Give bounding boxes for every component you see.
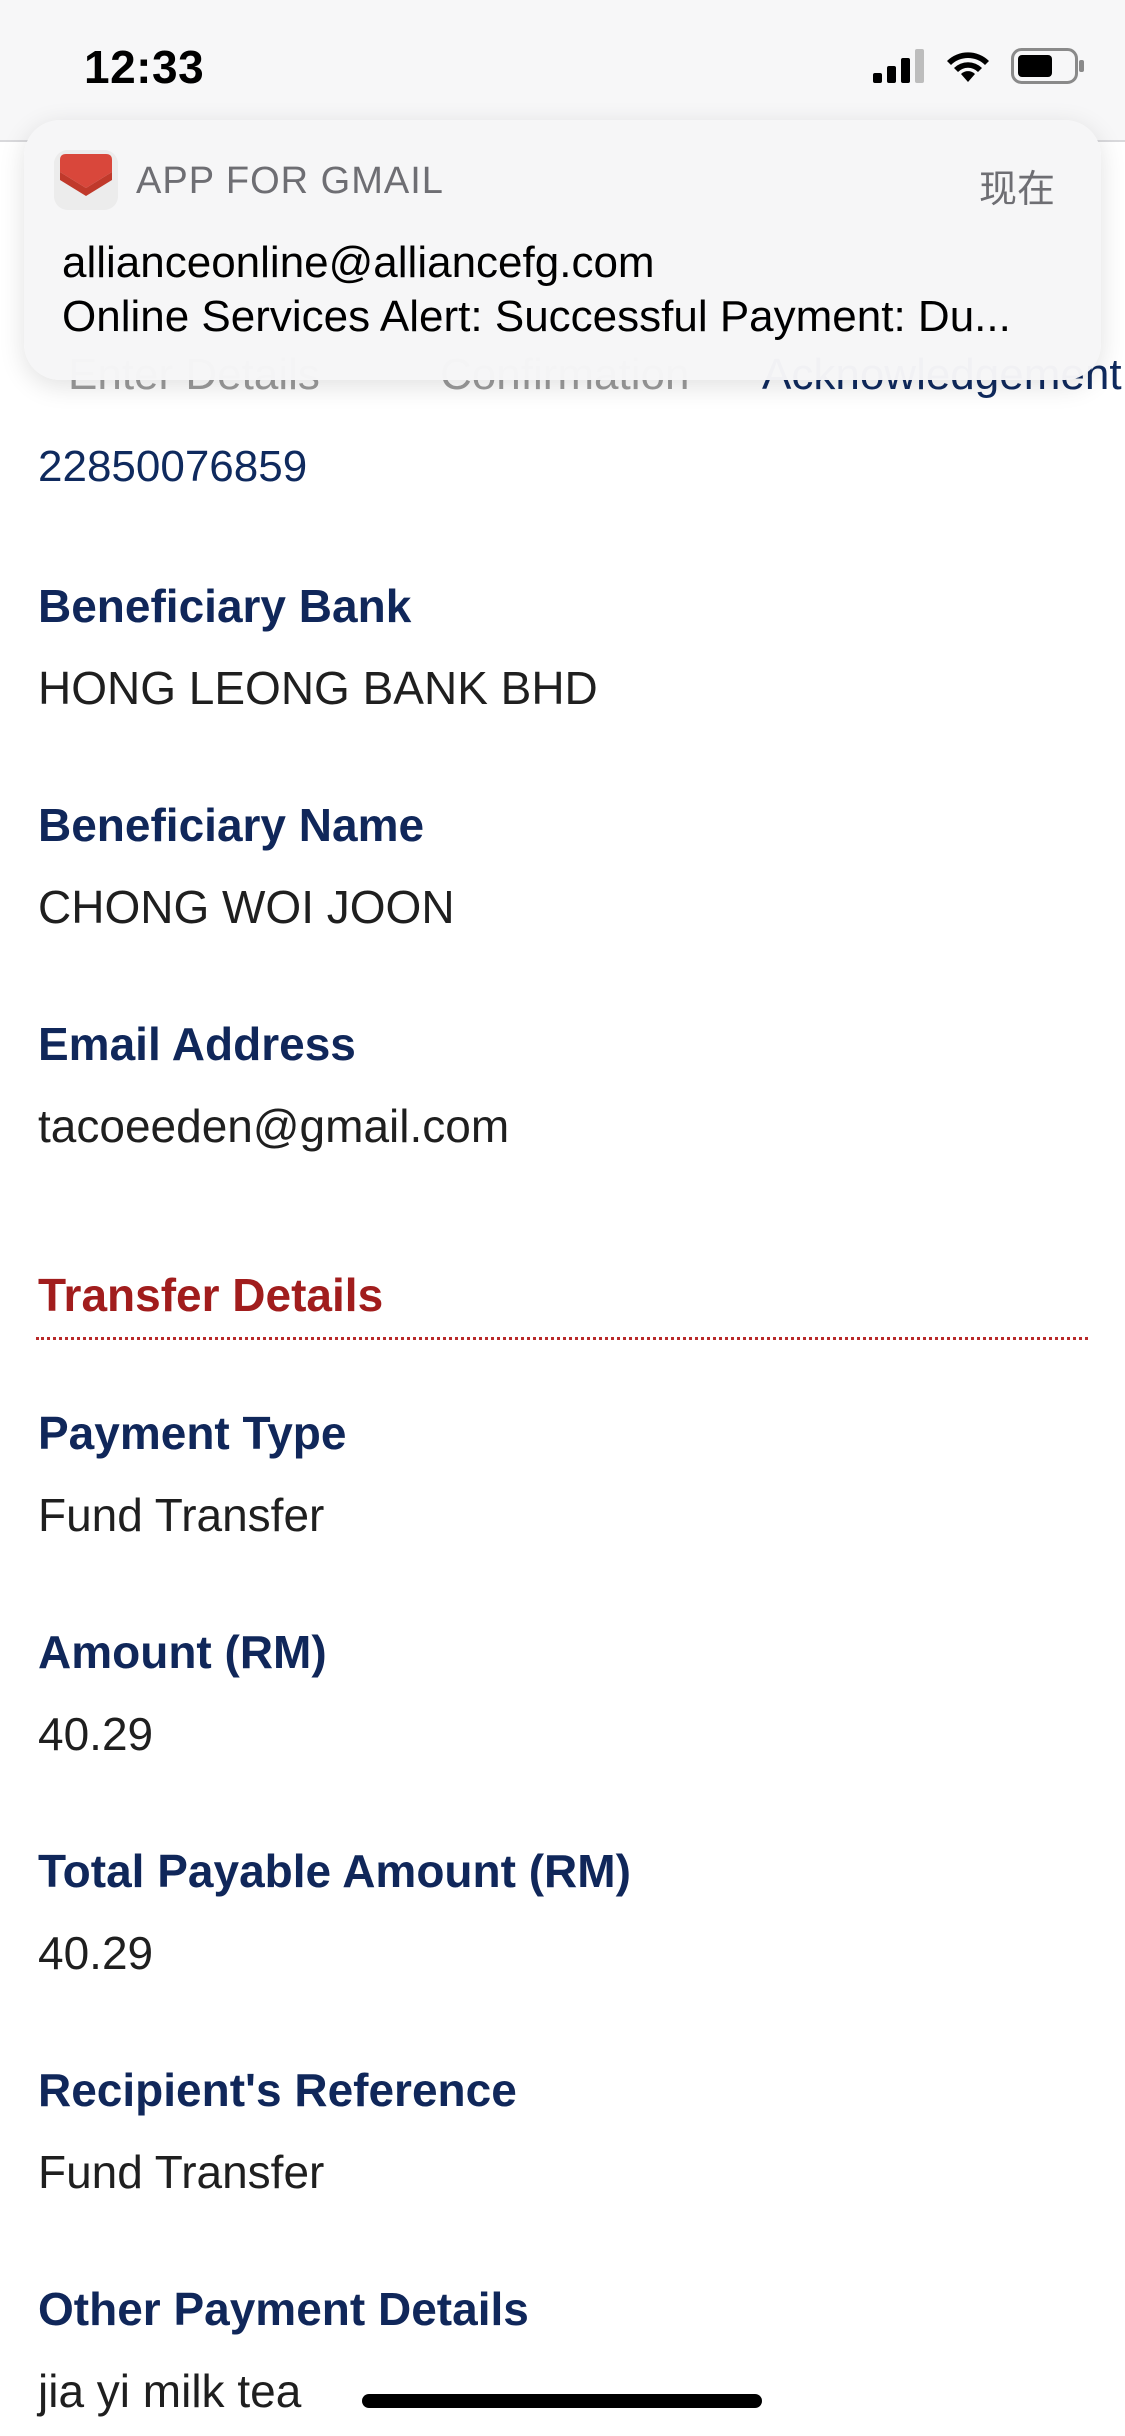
signal-icon [873,48,925,88]
email-address-value: tacoeeden@gmail.com [38,1100,510,1152]
account-number: 22850076859 [38,442,308,491]
battery-icon [1011,47,1085,89]
beneficiary-bank-label: Beneficiary Bank [38,580,412,632]
amount-label: Amount (RM) [38,1626,327,1678]
beneficiary-name-label: Beneficiary Name [38,799,425,851]
beneficiary-name-field: Beneficiary Name CHONG WOI JOON [38,797,1078,935]
recipient-reference-field: Recipient's Reference Fund Transfer [38,2062,1078,2200]
recipient-reference-value: Fund Transfer [38,2146,325,2198]
payment-type-label: Payment Type [38,1407,347,1459]
section-divider [36,1337,1088,1340]
gmail-notification-banner[interactable]: APP FOR GMAIL 现在 allianceonline@alliance… [24,120,1101,380]
amount-value: 40.29 [38,1708,154,1760]
total-payable-field: Total Payable Amount (RM) 40.29 [38,1843,1078,1981]
total-payable-label: Total Payable Amount (RM) [38,1845,631,1897]
payment-type-value: Fund Transfer [38,1489,325,1541]
screen: 12:33 22850076859 Beneficiary Bank HONG … [0,0,1125,2436]
wifi-icon [945,49,991,88]
total-payable-value: 40.29 [38,1927,154,1979]
home-indicator[interactable] [362,2394,762,2408]
beneficiary-bank-value: HONG LEONG BANK BHD [38,662,598,714]
status-time: 12:33 [84,41,205,93]
email-address-label: Email Address [38,1018,356,1070]
amount-field: Amount (RM) 40.29 [38,1624,1078,1762]
status-icons [873,47,1085,89]
email-address-field: Email Address tacoeeden@gmail.com [38,1016,1078,1154]
other-payment-details-label: Other Payment Details [38,2283,529,2335]
recipient-reference-label: Recipient's Reference [38,2064,517,2116]
gmail-app-icon [54,150,118,210]
notification-app-name: APP FOR GMAIL [136,160,444,202]
payment-type-field: Payment Type Fund Transfer [38,1405,1078,1543]
other-payment-details-value: jia yi milk tea [38,2365,302,2417]
transfer-details-heading: Transfer Details [38,1269,384,1321]
notification-body: Online Services Alert: Successful Paymen… [62,292,1011,341]
notification-sender: allianceonline@alliancefg.com [62,238,655,287]
beneficiary-name-value: CHONG WOI JOON [38,881,455,933]
beneficiary-bank-field: Beneficiary Bank HONG LEONG BANK BHD [38,578,1078,716]
notification-time: 现在 [978,169,1055,211]
